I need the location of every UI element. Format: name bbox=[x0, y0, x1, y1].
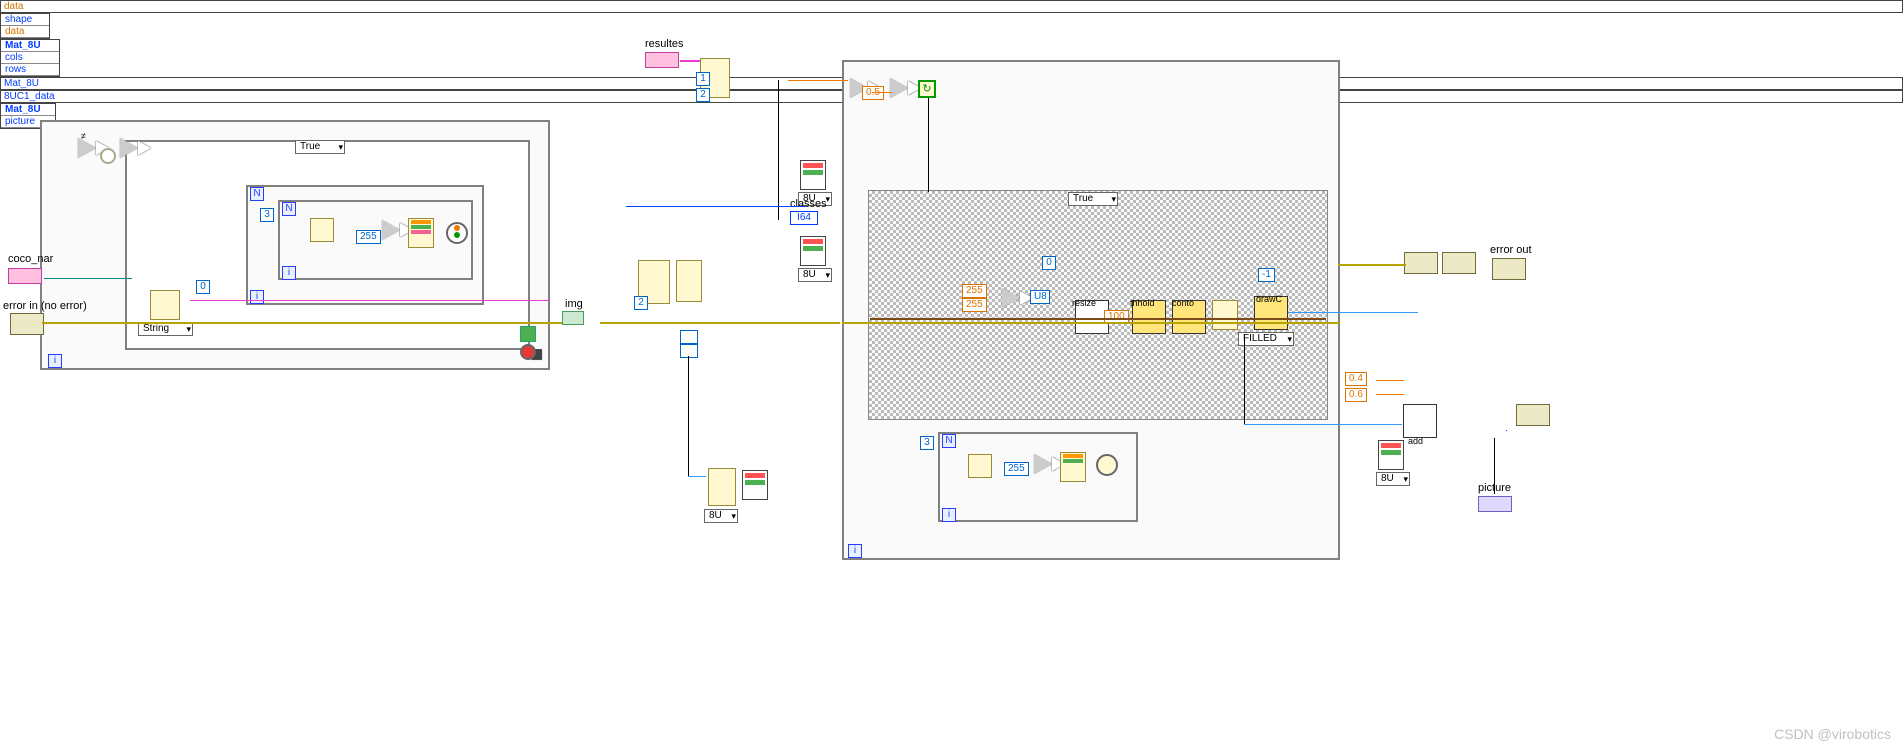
const-0-4: 0.4 bbox=[1345, 372, 1367, 386]
const-255-r2: 255 bbox=[962, 298, 987, 312]
color-vi-bl[interactable] bbox=[742, 470, 768, 500]
color-vi-br[interactable] bbox=[1378, 440, 1404, 470]
reshape-bl[interactable] bbox=[708, 468, 736, 506]
const-2: 2 bbox=[696, 88, 710, 102]
img-refnum[interactable] bbox=[562, 311, 584, 325]
prop-hdr-mat8u: Mat_8U bbox=[1, 40, 59, 52]
const-255-r1: 255 bbox=[962, 284, 987, 298]
classes-label: classes bbox=[790, 198, 827, 210]
picture-indicator[interactable] bbox=[1478, 496, 1512, 512]
resultes-control[interactable] bbox=[645, 52, 679, 68]
loop-n-icon: N bbox=[282, 202, 296, 216]
multiply-node-r[interactable] bbox=[1002, 288, 1026, 312]
boolean-true-const bbox=[520, 326, 536, 342]
const-0-6: 0.6 bbox=[1345, 388, 1367, 402]
const-0-r: 0 bbox=[1042, 256, 1056, 270]
const-2-b: 2 bbox=[634, 296, 648, 310]
boolean-indicator: ↻ bbox=[918, 80, 936, 98]
build-array-node[interactable] bbox=[408, 218, 434, 248]
error-merge-node[interactable] bbox=[1516, 404, 1550, 426]
enum-8u-br[interactable]: 8U bbox=[1376, 472, 1410, 486]
error-in-control[interactable] bbox=[10, 313, 44, 335]
color-box-node[interactable] bbox=[446, 222, 468, 244]
loop-iteration-icon: i bbox=[848, 544, 862, 558]
loop-iteration-icon: i bbox=[942, 508, 956, 522]
reshape-array-node[interactable] bbox=[676, 260, 702, 302]
stop-button-icon bbox=[520, 344, 536, 360]
prop-cols: cols bbox=[1, 52, 59, 64]
const-255: 255 bbox=[356, 230, 381, 244]
enum-8u-b[interactable]: 8U bbox=[798, 268, 832, 282]
error-wire-node-2[interactable] bbox=[1442, 252, 1476, 274]
prop-data: data bbox=[1, 26, 49, 38]
coco-names-control[interactable] bbox=[8, 268, 42, 284]
property-node-shape-data[interactable]: shape data bbox=[0, 13, 50, 39]
prop-rows: rows bbox=[1, 64, 59, 76]
resize-label: resize bbox=[1072, 298, 1096, 308]
prop-hdr-mat8u-r: Mat_8U bbox=[1, 104, 55, 116]
build-array-r[interactable] bbox=[1212, 300, 1238, 330]
build-array-lower[interactable] bbox=[1060, 452, 1086, 482]
filled-selector[interactable]: FILLED bbox=[1238, 332, 1294, 346]
unbundle-data-top[interactable]: data bbox=[0, 0, 1903, 13]
to-u32-icon bbox=[680, 344, 698, 358]
drawc-label: drawC bbox=[1256, 294, 1282, 304]
const-3: 3 bbox=[260, 208, 274, 222]
loop-n-icon: N bbox=[942, 434, 956, 448]
coco-names-label: coco_nar bbox=[8, 253, 53, 265]
not-equal-node[interactable]: ≠ bbox=[78, 138, 102, 162]
loop-iteration-icon: i bbox=[48, 354, 62, 368]
prop-shape: shape bbox=[1, 14, 49, 26]
add-label: add bbox=[1408, 436, 1423, 446]
and-node[interactable] bbox=[100, 148, 116, 164]
index-array-node[interactable] bbox=[310, 218, 334, 242]
error-out-indicator[interactable] bbox=[1492, 258, 1526, 280]
property-node-mat8u[interactable]: Mat_8U cols rows bbox=[0, 39, 60, 77]
to-i32-icon bbox=[680, 330, 698, 344]
i64-ring: I64 bbox=[790, 211, 818, 225]
img-label: img bbox=[565, 298, 583, 310]
add-vi[interactable] bbox=[1403, 404, 1437, 438]
enum-8u-bl[interactable]: 8U bbox=[704, 509, 738, 523]
variant-to-data-node[interactable] bbox=[150, 290, 180, 320]
error-in-label: error in (no error) bbox=[3, 300, 87, 312]
color-vi-top[interactable] bbox=[800, 160, 826, 190]
error-out-label: error out bbox=[1490, 244, 1532, 256]
const-0-5: 0.5 bbox=[862, 86, 884, 100]
loop-iteration-icon: i bbox=[282, 266, 296, 280]
const-0: 0 bbox=[196, 280, 210, 294]
loop-n-icon: N bbox=[250, 187, 264, 201]
const-1: 1 bbox=[696, 72, 710, 86]
string-ring-selector[interactable]: String bbox=[138, 322, 193, 336]
loop-iteration-icon: i bbox=[250, 290, 264, 304]
select-node[interactable] bbox=[120, 138, 144, 162]
const-3-lower: 3 bbox=[920, 436, 934, 450]
conto-label: conto bbox=[1172, 298, 1194, 308]
thhold-label: thhold bbox=[1130, 298, 1155, 308]
color-vi-mid[interactable] bbox=[800, 236, 826, 266]
const-neg1: -1 bbox=[1258, 268, 1275, 282]
watermark: CSDN @virobotics bbox=[1774, 726, 1891, 742]
error-wire-node-1[interactable] bbox=[1404, 252, 1438, 274]
color-box-lower[interactable] bbox=[1096, 454, 1118, 476]
greater-node[interactable] bbox=[890, 78, 914, 102]
index-array-lower[interactable] bbox=[968, 454, 992, 478]
multiply-node[interactable] bbox=[382, 220, 406, 244]
resultes-label: resultes bbox=[645, 38, 684, 50]
const-255-lower: 255 bbox=[1004, 462, 1029, 476]
case-selector-true-right[interactable]: True bbox=[1068, 192, 1118, 206]
case-selector-true-left[interactable]: True bbox=[295, 140, 345, 154]
u8-convert: U8 bbox=[1030, 290, 1050, 304]
multiply-lower[interactable] bbox=[1034, 454, 1058, 478]
